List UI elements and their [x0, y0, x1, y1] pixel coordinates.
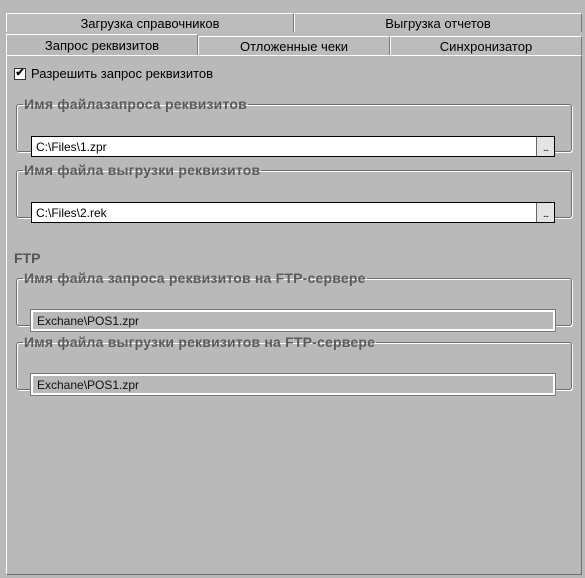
tab-load-references[interactable]: Загрузка справочников [6, 13, 294, 32]
request-file-value[interactable]: C:\Files\1.zpr [32, 140, 536, 154]
allow-request-row[interactable]: ✔ Разрешить запрос реквизитов [14, 66, 213, 81]
export-file-legend: Имя файла выгрузки реквизитов [24, 162, 261, 178]
ftp-request-file-field[interactable]: Exchane\POS1.zpr [30, 309, 556, 332]
tab-row-back: Загрузка справочников Выгрузка отчетов [6, 13, 582, 32]
tab-request-details[interactable]: Запрос реквизитов [6, 34, 198, 55]
ftp-export-file-group: Имя файла выгрузки реквизитов на FTP-сер… [16, 334, 572, 396]
ftp-request-file-value[interactable]: Exchane\POS1.zpr [33, 314, 553, 328]
ftp-request-file-legend: Имя файла запроса реквизитов на FTP-серв… [24, 270, 366, 286]
tab-row-front: Запрос реквизитов Отложенные чеки Синхро… [6, 34, 582, 55]
request-file-browse-button[interactable]: ... [536, 137, 554, 156]
export-file-group: Имя файла выгрузки реквизитов C:\Files\2… [16, 162, 572, 223]
ftp-section-title: FTP [14, 250, 41, 266]
request-file-group: Имя файлазапроса реквизитов C:\Files\1.z… [16, 96, 572, 157]
ftp-request-file-group: Имя файла запроса реквизитов на FTP-серв… [16, 270, 572, 332]
allow-request-checkbox[interactable]: ✔ [14, 67, 26, 80]
ftp-export-file-field[interactable]: Exchane\POS1.zpr [30, 373, 556, 396]
request-file-field[interactable]: C:\Files\1.zpr ... [31, 136, 555, 157]
tab-deferred-receipts[interactable]: Отложенные чеки [198, 36, 390, 55]
export-file-browse-button[interactable]: ... [536, 203, 554, 222]
export-file-value[interactable]: C:\Files\2.rek [32, 206, 536, 220]
ftp-export-file-value[interactable]: Exchane\POS1.zpr [33, 378, 553, 392]
request-file-legend: Имя файлазапроса реквизитов [24, 96, 247, 112]
allow-request-label: Разрешить запрос реквизитов [31, 66, 214, 81]
ftp-export-file-legend: Имя файла выгрузки реквизитов на FTP-сер… [24, 334, 376, 350]
tab-synchronizer[interactable]: Синхронизатор [390, 36, 582, 55]
export-file-field[interactable]: C:\Files\2.rek ... [31, 202, 555, 223]
tab-export-reports[interactable]: Выгрузка отчетов [294, 13, 582, 32]
